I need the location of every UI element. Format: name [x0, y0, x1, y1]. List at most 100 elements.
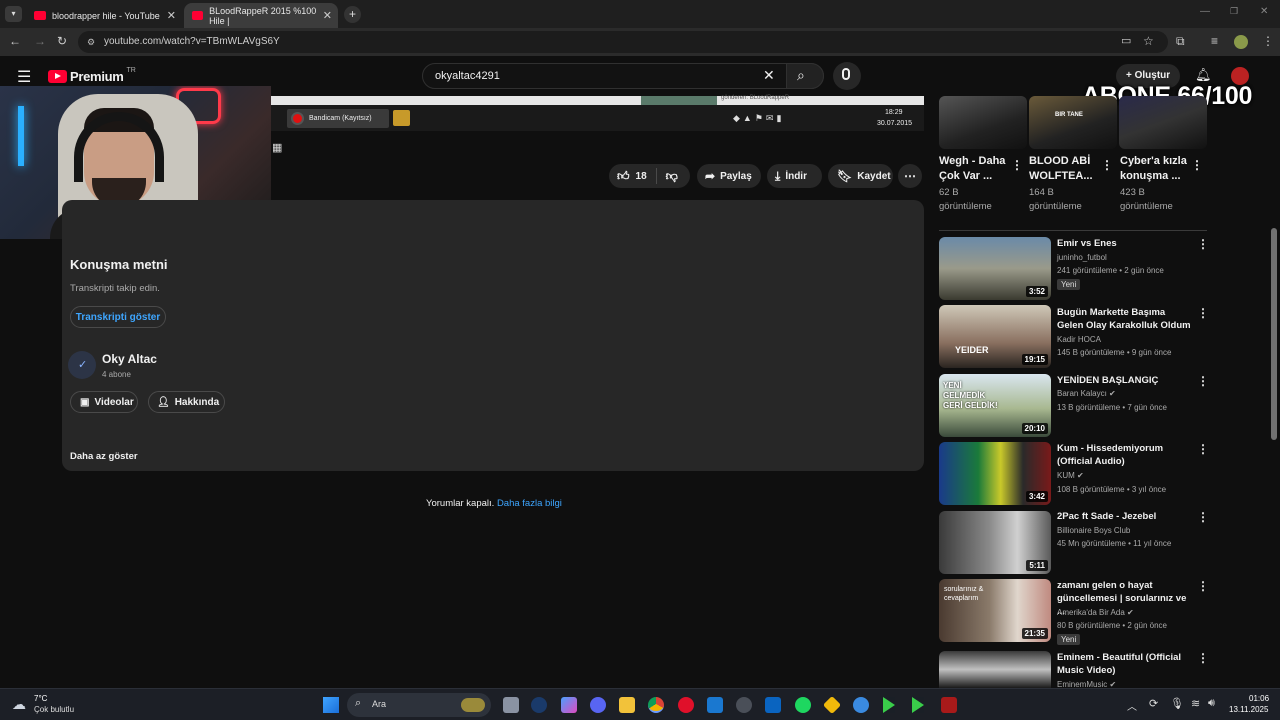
more-menu-icon[interactable]: ⋮: [1262, 34, 1274, 48]
learn-more-link[interactable]: Daha fazla bilgi: [497, 498, 562, 509]
description-panel[interactable]: Konuşma metni Transkripti takip edin. Tr…: [62, 200, 924, 471]
minimize-window-icon[interactable]: —: [1200, 6, 1210, 17]
tray-overflow-icon[interactable]: ︿: [1127, 698, 1137, 713]
video-channel[interactable]: Kadir HOCA: [1057, 335, 1101, 344]
hamburger-menu-icon[interactable]: ☰: [17, 67, 31, 87]
video-thumbnail[interactable]: sorularınız & cevaplarım 21:35: [939, 579, 1051, 642]
profile-avatar[interactable]: [1234, 35, 1248, 49]
like-button[interactable]: 👍︎ 18 👎︎: [609, 164, 690, 188]
taskbar-search[interactable]: ⌕ Ara: [347, 693, 491, 717]
video-more-icon[interactable]: ⋮: [1197, 442, 1209, 456]
youtube-logo[interactable]: Premium TR: [48, 67, 136, 84]
mic-tray-icon[interactable]: 🎙︎: [1170, 697, 1184, 710]
close-window-icon[interactable]: ✕: [1260, 6, 1268, 17]
mail-icon[interactable]: [765, 697, 781, 713]
tab-bloodrapper-2015[interactable]: BLoodRappeR 2015 %100 Hile | ✕: [184, 3, 338, 28]
video-more-icon[interactable]: ⋮: [1197, 579, 1209, 593]
short-more-icon[interactable]: ⋮: [1191, 158, 1203, 172]
video-thumbnail[interactable]: YENİ GELMEDİK GERİ GELDİK! 20:10: [939, 374, 1051, 437]
address-bar[interactable]: ⚙ youtube.com/watch?v=TBmWLAVgS6Y: [78, 31, 1168, 53]
reload-icon[interactable]: ↻: [57, 34, 67, 48]
site-info-icon[interactable]: ⚙: [87, 31, 95, 53]
outlook-icon[interactable]: [707, 697, 723, 713]
short-thumbnail[interactable]: [1119, 96, 1207, 149]
channel-name[interactable]: Oky Altac: [102, 352, 157, 366]
video-player[interactable]: gönderen: BLoodRappeR Bandicam (Kayıtsız…: [271, 95, 924, 131]
show-less-button[interactable]: Daha az göster: [70, 451, 138, 462]
short-title[interactable]: BLOOD ABİ WOLFTEA...: [1029, 154, 1101, 184]
short-title[interactable]: Cyber'a kızla konuşma ...: [1120, 154, 1190, 184]
file-explorer-icon[interactable]: [619, 697, 635, 713]
play-app-icon[interactable]: [883, 697, 895, 713]
about-button[interactable]: 👤︎ Hakkında: [148, 391, 225, 413]
video-more-icon[interactable]: ⋮: [1197, 374, 1209, 388]
forward-icon[interactable]: →: [34, 34, 46, 48]
play-app-icon[interactable]: [912, 697, 924, 713]
close-tab-icon[interactable]: ✕: [323, 9, 332, 22]
video-thumbnail[interactable]: 3:52: [939, 237, 1051, 300]
weather-temp[interactable]: 7°C: [34, 694, 47, 703]
clock-time[interactable]: 01:06: [1249, 694, 1269, 703]
new-tab-button[interactable]: +: [344, 6, 361, 23]
video-more-icon[interactable]: ⋮: [1197, 651, 1209, 665]
tab-search-icon[interactable]: ▾: [5, 6, 22, 22]
reading-list-icon[interactable]: ≡: [1211, 34, 1218, 48]
video-more-icon[interactable]: ⋮: [1197, 306, 1209, 320]
video-thumbnail[interactable]: 5:11: [939, 511, 1051, 574]
show-transcript-button[interactable]: Transkripti göster: [70, 306, 166, 328]
video-channel[interactable]: KUM ✔: [1057, 471, 1084, 480]
video-channel[interactable]: Amerika'da Bir Ada ✔: [1057, 608, 1134, 617]
maximize-window-icon[interactable]: ❐: [1230, 6, 1238, 17]
short-thumbnail[interactable]: BIR TANE: [1029, 96, 1117, 149]
cast-icon[interactable]: ▭: [1121, 34, 1131, 47]
search-button[interactable]: ⌕: [786, 63, 824, 89]
chrome-icon[interactable]: [648, 697, 664, 713]
video-thumbnail[interactable]: [939, 651, 1051, 688]
wifi-icon[interactable]: ≋: [1191, 697, 1200, 710]
page-scrollbar[interactable]: [1271, 228, 1277, 440]
video-channel[interactable]: Billionaire Boys Club: [1057, 526, 1130, 535]
copilot-icon[interactable]: [561, 697, 577, 713]
close-tab-icon[interactable]: ✕: [167, 9, 176, 22]
channel-avatar[interactable]: ✓: [68, 351, 96, 379]
video-title[interactable]: Emir vs Enes: [1057, 237, 1192, 250]
short-more-icon[interactable]: ⋮: [1011, 158, 1023, 172]
more-actions-button[interactable]: ⋯: [898, 164, 922, 188]
clock-date[interactable]: 13.11.2025: [1229, 705, 1268, 714]
browser-icon[interactable]: [853, 697, 869, 713]
voice-search-button[interactable]: [833, 62, 861, 90]
video-title[interactable]: Eminem - Beautiful (Official Music Video…: [1057, 651, 1192, 677]
sync-icon[interactable]: ⟳: [1149, 697, 1158, 710]
video-channel[interactable]: juninho_futbol: [1057, 253, 1107, 262]
video-thumbnail[interactable]: YEIDER 19:15: [939, 305, 1051, 368]
extensions-icon[interactable]: ⧉: [1176, 34, 1185, 49]
bookmark-star-icon[interactable]: ☆: [1143, 34, 1154, 48]
short-title[interactable]: Wegh - Daha Çok Var ...: [939, 154, 1009, 184]
short-more-icon[interactable]: ⋮: [1101, 158, 1113, 172]
app-icon[interactable]: [736, 697, 752, 713]
video-more-icon[interactable]: ⋮: [1197, 237, 1209, 251]
share-button[interactable]: ➦ Paylaş: [697, 164, 761, 188]
binance-icon[interactable]: [822, 695, 842, 715]
task-view-icon[interactable]: [503, 697, 519, 713]
spotify-icon[interactable]: [795, 697, 811, 713]
video-title[interactable]: Kum - Hissedemiyorum (Official Audio): [1057, 442, 1192, 468]
notifications-icon[interactable]: 🔔︎: [1195, 67, 1212, 83]
opera-icon[interactable]: [678, 697, 694, 713]
discord-icon[interactable]: [590, 697, 606, 713]
download-button[interactable]: ⤓ İndir: [767, 164, 822, 188]
recorder-app-icon[interactable]: [941, 697, 957, 713]
steam-icon[interactable]: [531, 697, 547, 713]
weather-desc[interactable]: Çok bulutlu: [34, 705, 74, 714]
short-thumbnail[interactable]: [939, 96, 1027, 149]
video-thumbnail[interactable]: 3:42: [939, 442, 1051, 505]
video-title[interactable]: Bugün Markette Başıma Gelen Olay Karakol…: [1057, 306, 1192, 332]
windows-start-icon[interactable]: [323, 697, 339, 713]
weather-icon[interactable]: ☁: [12, 696, 26, 713]
video-channel[interactable]: Baran Kalaycı ✔: [1057, 389, 1116, 398]
back-icon[interactable]: ←: [9, 34, 21, 48]
thumbs-down-icon[interactable]: 👎︎: [666, 169, 678, 184]
tab-bloodrapper-hile[interactable]: bloodrapper hile - YouTube ✕: [26, 3, 182, 28]
video-title[interactable]: YENİDEN BAŞLANGIÇ: [1057, 374, 1192, 387]
videos-button[interactable]: ▣ Videolar: [70, 391, 138, 413]
